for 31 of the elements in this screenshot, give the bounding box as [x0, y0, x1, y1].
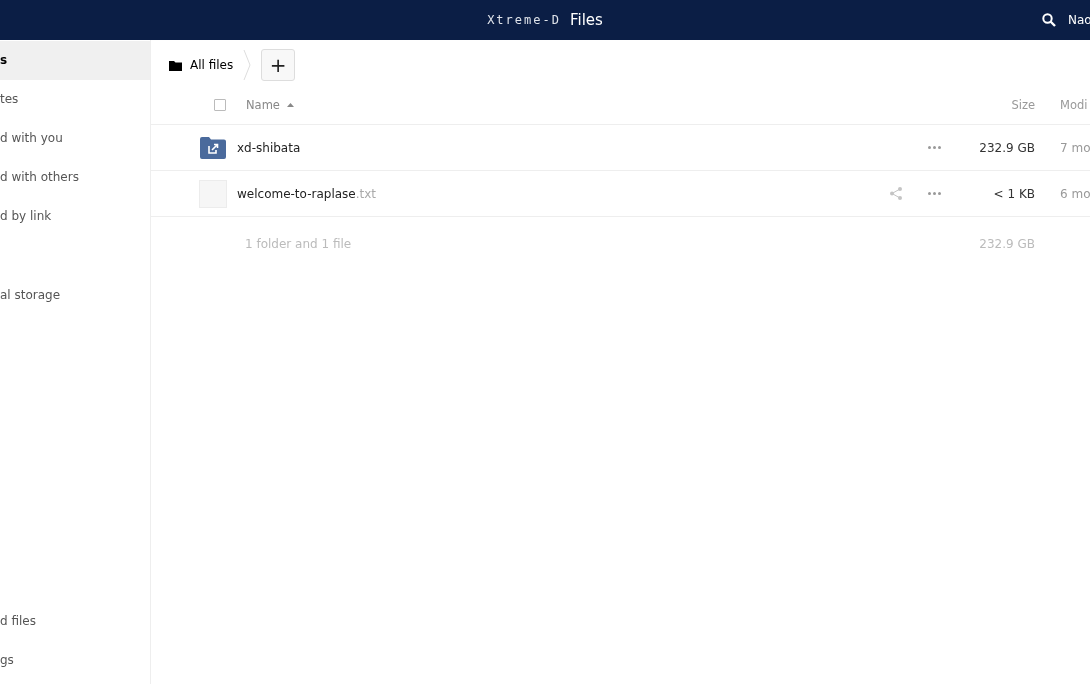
sort-ascending-icon — [286, 103, 294, 107]
select-all-checkbox[interactable] — [214, 99, 226, 111]
total-size: 232.9 GB — [979, 237, 1035, 251]
logo[interactable]: Xtreme-D — [487, 13, 561, 27]
sidebar-item[interactable]: tes — [0, 80, 150, 119]
more-options-icon[interactable] — [928, 192, 941, 195]
more-options-icon[interactable] — [928, 146, 941, 149]
breadcrumb-separator-icon — [243, 50, 252, 80]
share-icon[interactable] — [890, 187, 902, 200]
summary-text: 1 folder and 1 file — [245, 237, 353, 251]
sidebar-item[interactable]: d with you — [0, 119, 150, 158]
breadcrumb-label: All files — [190, 58, 234, 72]
folder-icon — [169, 59, 182, 71]
sidebar-item[interactable]: d with others — [0, 158, 150, 197]
breadcrumb-link[interactable]: All files — [169, 58, 234, 72]
sidebar-item[interactable]: s — [0, 41, 150, 80]
new-button[interactable]: + — [261, 49, 296, 81]
file-size: < 1 KB — [993, 186, 1035, 201]
search-icon[interactable] — [1042, 13, 1056, 27]
modified-date: 7 mo — [1060, 140, 1090, 155]
sidebar-item[interactable]: d files — [0, 602, 150, 641]
file-size: 232.9 GB — [979, 140, 1035, 155]
file-name[interactable]: welcome-to-raplase.txt — [237, 186, 845, 201]
sidebar-item[interactable]: d by link — [0, 197, 150, 236]
column-header[interactable]: Name — [246, 98, 280, 112]
modified-date: 6 mo — [1060, 186, 1090, 201]
sidebar-item[interactable]: al storage — [0, 276, 150, 315]
app-title: Files — [569, 11, 603, 29]
shared-folder-icon — [200, 136, 226, 159]
sidebar-item[interactable]: gs — [0, 641, 150, 680]
file-name[interactable]: xd-shibata — [237, 140, 845, 155]
